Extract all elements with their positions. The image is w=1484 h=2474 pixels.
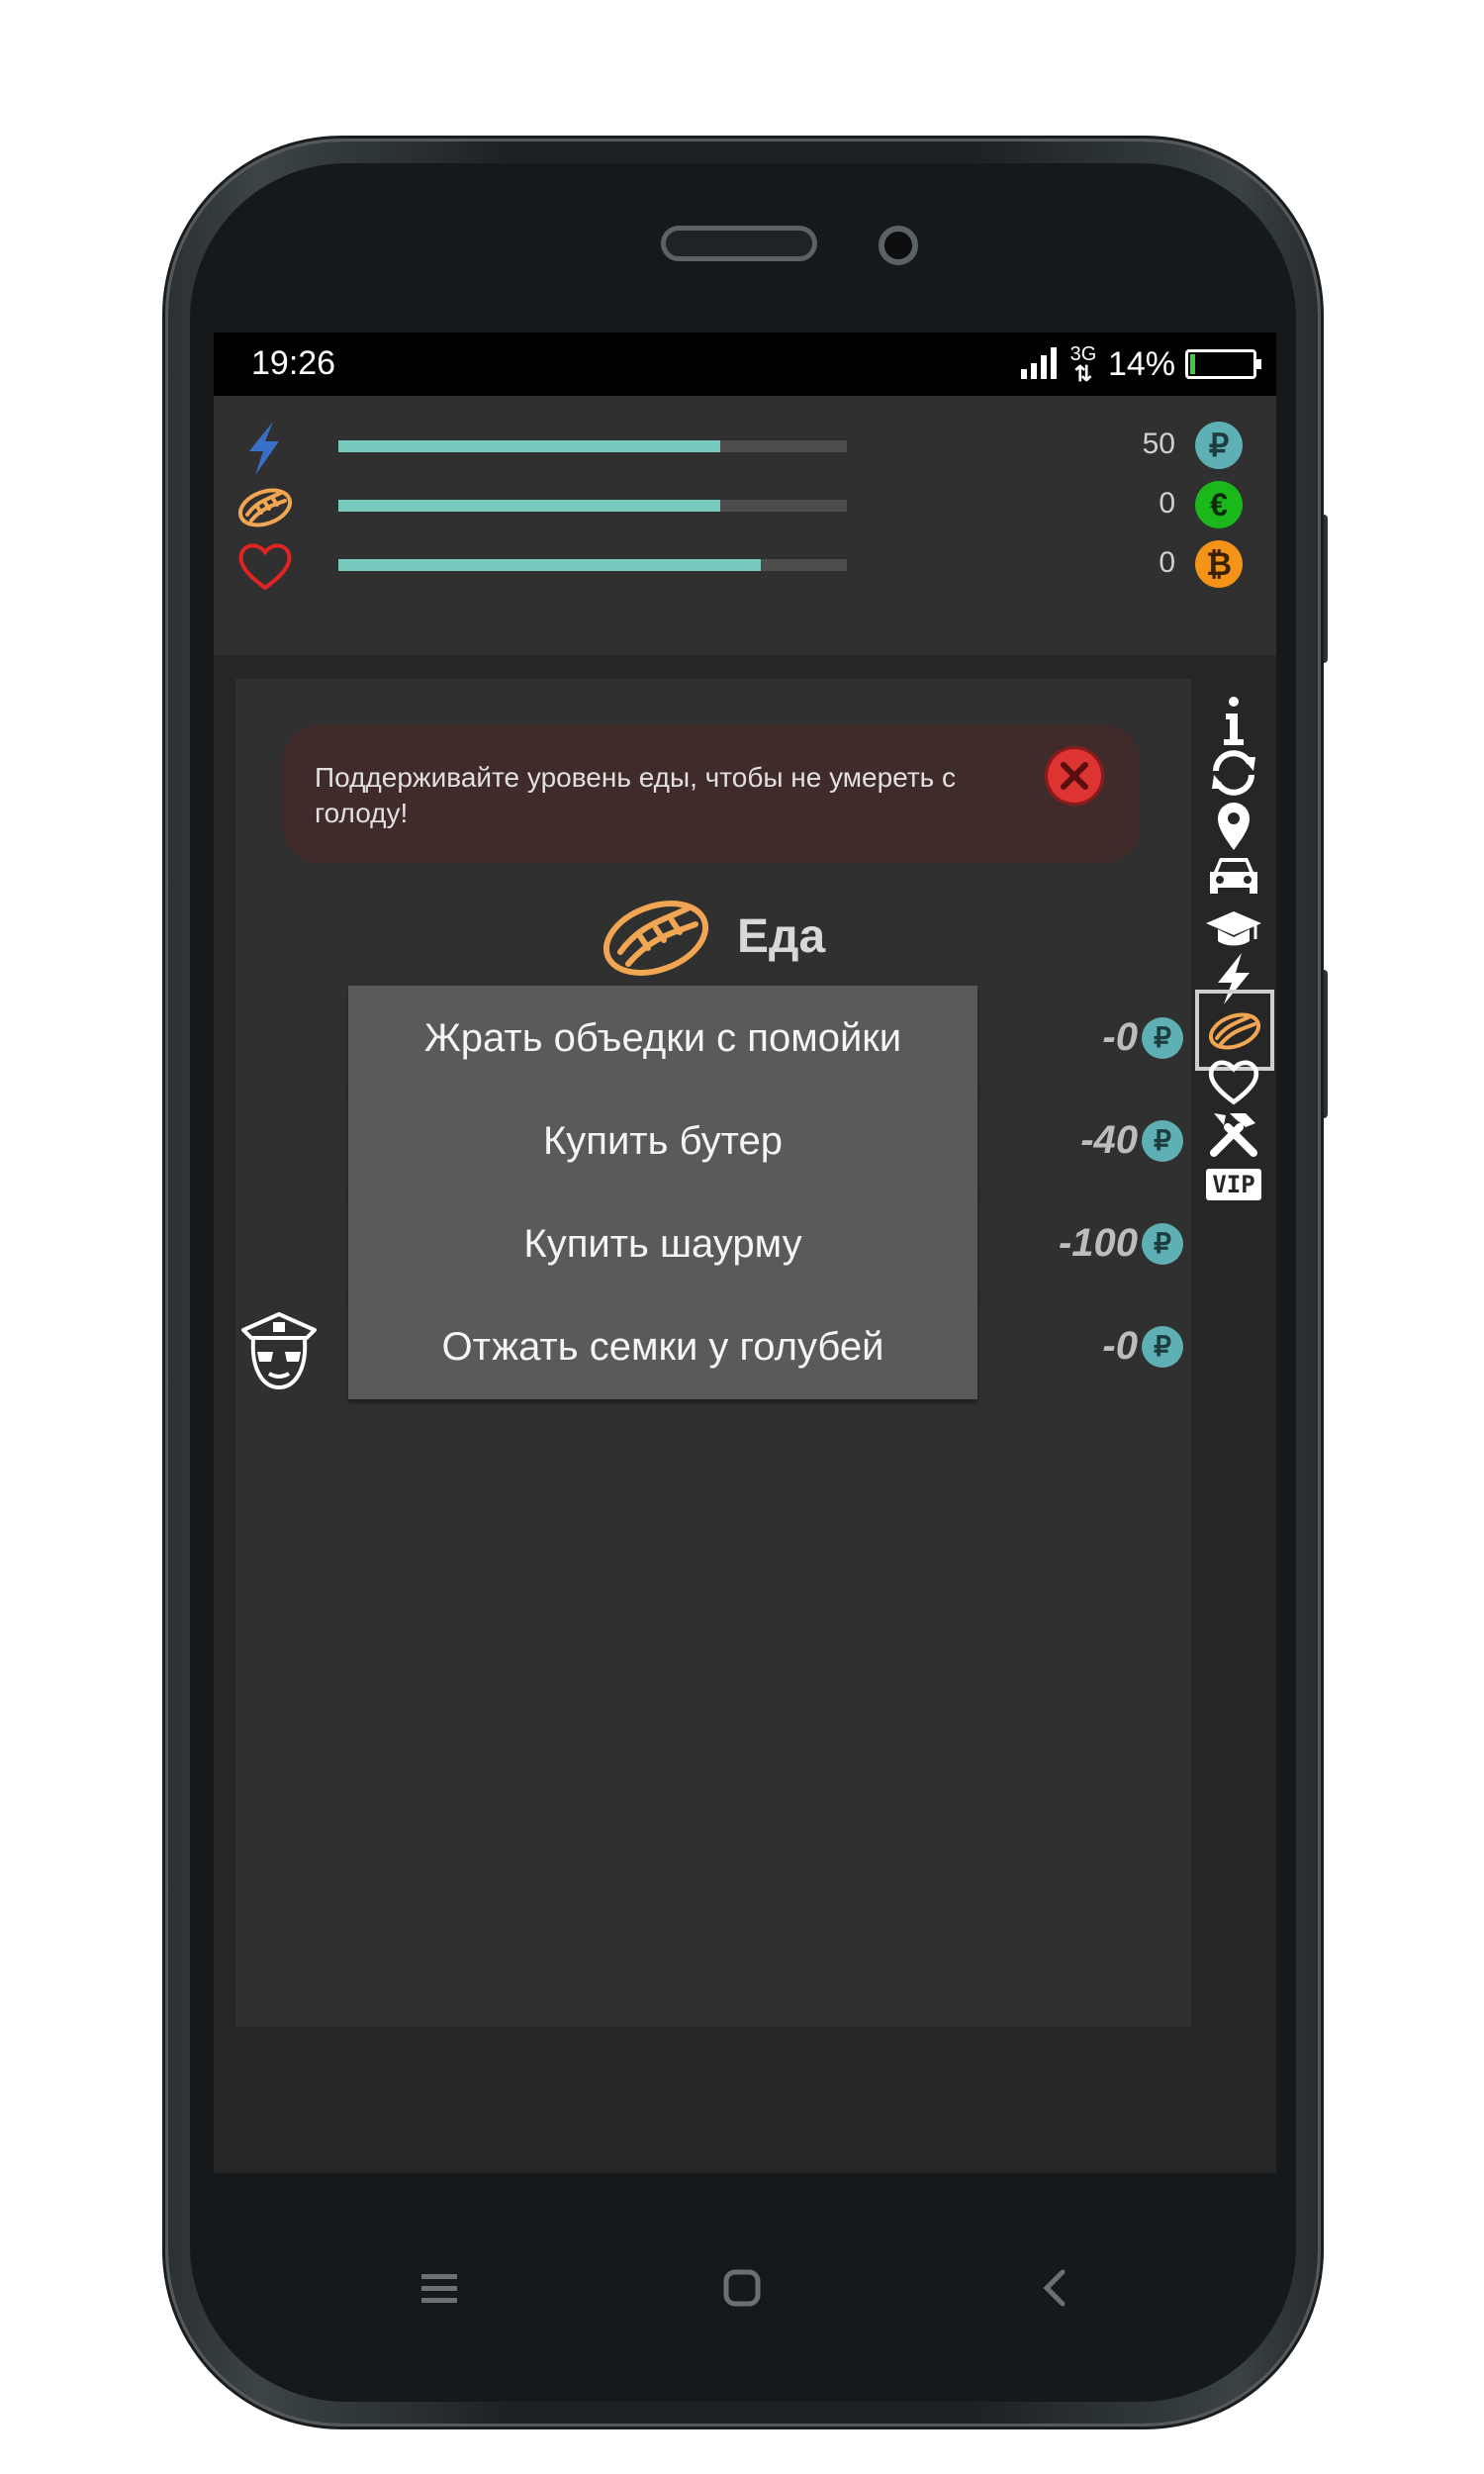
buy-sandwich-button[interactable]: Купить бутер bbox=[348, 1089, 977, 1193]
back-icon[interactable] bbox=[1035, 2266, 1074, 2310]
stats-header: 50 ₽ 0 € 0 ₿ bbox=[214, 396, 1276, 655]
energy-bar-fill bbox=[338, 440, 720, 452]
euro-balance: 0 bbox=[1159, 487, 1175, 520]
menu-icon[interactable] bbox=[417, 2268, 461, 2308]
price-value: -0 bbox=[1102, 1324, 1138, 1368]
heart-icon bbox=[238, 543, 292, 591]
hint-alert: Поддерживайте уровень еды, чтобы не умер… bbox=[283, 724, 1140, 863]
home-icon[interactable] bbox=[720, 2266, 764, 2310]
price-value: -100 bbox=[1058, 1221, 1138, 1265]
action-row: Купить шаурму -100 ₽ bbox=[235, 1191, 1191, 1298]
lightning-icon bbox=[249, 422, 279, 475]
price-value: -40 bbox=[1080, 1118, 1138, 1162]
section-header: Еда bbox=[597, 882, 825, 991]
action-price: -100 ₽ bbox=[1059, 1221, 1183, 1266]
battery-icon bbox=[1185, 349, 1261, 379]
status-time: 19:26 bbox=[251, 344, 336, 382]
action-price: -40 ₽ bbox=[1080, 1118, 1183, 1163]
energy-bar bbox=[338, 440, 847, 452]
bitcoin-coin-icon: ₿ bbox=[1195, 540, 1243, 588]
take-seeds-button[interactable]: Отжать семки у голубей bbox=[348, 1294, 977, 1399]
euro-coin-icon: € bbox=[1195, 481, 1243, 528]
data-arrows-icon: ⇅ bbox=[1073, 361, 1093, 386]
health-bar-fill bbox=[338, 559, 761, 571]
health-bar bbox=[338, 559, 847, 571]
action-price: -0 ₽ bbox=[1102, 1324, 1183, 1369]
section-title: Еда bbox=[737, 909, 826, 963]
action-row: Купить бутер -40 ₽ bbox=[235, 1089, 1191, 1195]
food-panel: Поддерживайте уровень еды, чтобы не умер… bbox=[235, 679, 1191, 2027]
buy-shawarma-button[interactable]: Купить шаурму bbox=[348, 1191, 977, 1296]
ruble-coin-icon: ₽ bbox=[1142, 1325, 1183, 1368]
action-price: -0 ₽ bbox=[1102, 1015, 1183, 1060]
energy-stat-row: 50 ₽ bbox=[235, 418, 1254, 477]
screen: 19:26 3G ⇅ 14% 50 ₽ 0 € 0 ₿ Поддерживайт… bbox=[214, 333, 1276, 2173]
food-stat-row: 0 € bbox=[235, 477, 1254, 536]
network-indicator: 3G ⇅ bbox=[1068, 344, 1098, 386]
ruble-coin-icon: ₽ bbox=[1142, 1016, 1183, 1059]
nav-vip[interactable]: VIP bbox=[1199, 1150, 1268, 1219]
health-stat-row: 0 ₿ bbox=[235, 536, 1254, 596]
food-bar-fill bbox=[338, 500, 720, 512]
ruble-coin-icon: ₽ bbox=[1195, 422, 1243, 469]
vip-icon: VIP bbox=[1206, 1169, 1261, 1200]
food-bar bbox=[338, 500, 847, 512]
eat-scraps-button[interactable]: Жрать объедки с помойки bbox=[348, 986, 977, 1091]
price-value: -0 bbox=[1102, 1015, 1138, 1059]
signal-icon bbox=[1020, 347, 1057, 379]
close-icon[interactable] bbox=[1045, 746, 1104, 806]
battery-percent: 14% bbox=[1107, 344, 1175, 383]
bitcoin-balance: 0 bbox=[1159, 546, 1175, 579]
hotdog-icon bbox=[603, 901, 709, 976]
action-row: Отжать семки у голубей -0 ₽ bbox=[235, 1294, 1191, 1401]
hotdog-icon bbox=[237, 488, 293, 527]
battery-level bbox=[1190, 354, 1196, 374]
ruble-balance: 50 bbox=[1142, 428, 1175, 460]
action-row: Жрать объедки с помойки -0 ₽ bbox=[235, 986, 1191, 1093]
police-officer-icon bbox=[241, 1312, 317, 1389]
status-bar: 19:26 3G ⇅ 14% bbox=[214, 333, 1276, 396]
ruble-coin-icon: ₽ bbox=[1142, 1119, 1183, 1162]
ruble-coin-icon: ₽ bbox=[1142, 1222, 1183, 1265]
front-camera bbox=[879, 226, 918, 265]
alert-text: Поддерживайте уровень еды, чтобы не умер… bbox=[315, 762, 957, 828]
earpiece-speaker bbox=[661, 226, 817, 261]
